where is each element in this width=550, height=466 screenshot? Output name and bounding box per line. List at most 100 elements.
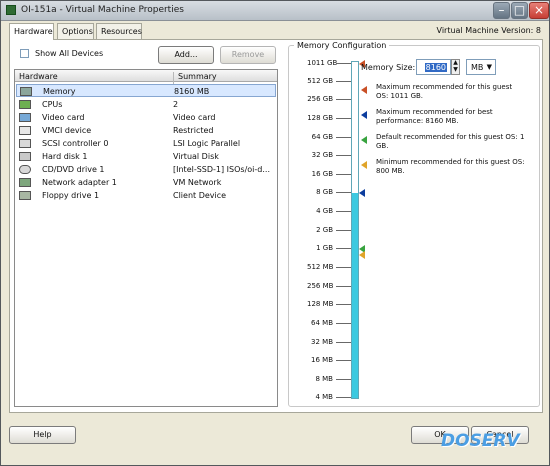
network-icon [19,178,31,187]
hardware-summary: VM Network [173,178,222,187]
hardware-column-header[interactable]: Hardware [19,72,58,81]
remove-device-button: Remove [220,46,276,64]
show-all-devices-label: Show All Devices [35,49,104,58]
hardware-summary: LSI Logic Parallel [173,139,241,148]
spinner-down-icon[interactable]: ▼ [452,67,459,74]
memory-unit-value: MB [471,63,484,72]
hardware-row-cd-dvd-drive[interactable]: CD/DVD drive 1 [Intel-SSD-1] ISOs/oi-d..… [16,163,276,176]
watermark-logo: DOSERV [441,431,520,451]
hardware-name: Memory [43,87,76,96]
memory-configuration-title: Memory Configuration [294,41,390,50]
memory-scale-label: 128 MB [307,300,334,308]
memory-scale-label: 8 GB [316,188,333,196]
memory-icon [20,87,32,96]
memory-scale-tick [336,397,351,398]
hardware-name: VMCI device [42,126,92,135]
best-performance-recommendation-text: Maximum recommended for best performance… [376,108,493,125]
memory-scale-label: 4 MB [315,393,333,401]
memory-scale-label: 128 GB [307,114,333,122]
memory-size-input[interactable]: 8160 [416,59,451,75]
hardware-name: Network adapter 1 [42,178,117,187]
hardware-name: SCSI controller 0 [42,139,109,148]
hardware-row-floppy-drive[interactable]: Floppy drive 1 Client Device [16,189,276,202]
hardware-name: Hard disk 1 [42,152,88,161]
memory-scale-tick [336,267,351,268]
memory-scale-label: 16 GB [311,170,333,178]
memory-scale-tick [336,99,351,100]
memory-scale-label: 1 GB [316,244,333,252]
memory-scale-tick [336,379,351,380]
memory-scale-tick [336,248,351,249]
cd-icon [19,165,31,174]
help-button[interactable]: Help [9,426,76,444]
memory-slider-fill[interactable] [352,193,358,398]
hardware-list-header: Hardware Summary [15,70,277,84]
summary-column-header[interactable]: Summary [173,72,217,84]
hardware-row-scsi-controller[interactable]: SCSI controller 0 LSI Logic Parallel [16,137,276,150]
hardware-tab-content: Show All Devices Add... Remove Hardware … [9,39,543,413]
memory-scale-tick [336,155,351,156]
memory-slider-track[interactable] [351,61,359,399]
hardware-name: Video card [42,113,85,122]
memory-scale-tick [336,323,351,324]
memory-scale-label: 4 GB [316,207,333,215]
memory-scale-tick [336,192,351,193]
memory-scale-label: 32 GB [311,151,333,159]
hardware-row-network-adapter[interactable]: Network adapter 1 VM Network [16,176,276,189]
hardware-summary: [Intel-SSD-1] ISOs/oi-d... [173,165,270,174]
add-device-button[interactable]: Add... [158,46,214,64]
max-guest-recommendation-text: Maximum recommended for this guest OS: 1… [376,83,513,100]
memory-scale-label: 512 GB [307,77,333,85]
maximize-button[interactable]: □ [511,2,528,19]
memory-scale-label: 2 GB [316,226,333,234]
default-guest-recommendation-text: Default recommended for this guest OS: 1… [376,133,525,150]
hardware-row-cpus[interactable]: CPUs 2 [16,98,276,111]
window-titlebar[interactable]: OI-151a - Virtual Machine Properties – □… [1,1,549,21]
chevron-down-icon: ▼ [486,63,492,71]
memory-configuration-group: Memory Configuration 1011 GB 512 GB 256 … [288,41,540,407]
cpu-icon [19,100,31,109]
memory-scale-tick [336,230,351,231]
hardware-summary: Restricted [173,126,214,135]
memory-unit-select[interactable]: MB ▼ [466,59,496,75]
vmci-icon [19,126,31,135]
memory-size-label: Memory Size: [361,63,416,72]
memory-scale-tick [336,342,351,343]
orange-marker-icon [361,86,367,94]
hardware-name: Floppy drive 1 [42,191,100,200]
gold-marker-icon [361,161,367,169]
hardware-summary: 8160 MB [174,87,210,96]
tab-hardware[interactable]: Hardware [9,23,54,40]
show-all-devices-checkbox[interactable] [20,49,29,58]
memory-scale-tick [336,63,351,64]
hardware-row-vmci-device[interactable]: VMCI device Restricted [16,124,276,137]
minimum-guest-recommendation-text: Minimum recommended for this guest OS: 8… [376,158,525,175]
disk-icon [19,152,31,161]
blue-marker-icon [361,111,367,119]
hardware-row-video-card[interactable]: Video card Video card [16,111,276,124]
hardware-summary: 2 [173,100,179,109]
blue-marker-icon [359,189,365,197]
tab-resources[interactable]: Resources [96,23,142,39]
hardware-list: Hardware Summary Memory 8160 MB CPUs 2 V… [14,69,278,407]
display-icon [19,113,31,122]
memory-size-spinner[interactable]: ▲ ▼ [451,59,460,75]
hardware-row-memory[interactable]: Memory 8160 MB [16,84,276,97]
hardware-summary: Virtual Disk [173,152,219,161]
hardware-row-hard-disk[interactable]: Hard disk 1 Virtual Disk [16,150,276,163]
hardware-summary: Video card [173,113,216,122]
memory-scale-tick [336,81,351,82]
memory-size-value[interactable]: 8160 [424,63,447,72]
virtual-machine-version: Virtual Machine Version: 8 [436,26,541,35]
virtual-machine-properties-window: OI-151a - Virtual Machine Properties – □… [0,0,550,466]
tab-options[interactable]: Options [57,23,94,39]
gold-marker-icon [359,251,365,259]
minimize-button[interactable]: – [493,2,510,19]
memory-scale-label: 64 MB [311,319,333,327]
memory-scale-tick [336,304,351,305]
memory-scale-tick [336,137,351,138]
close-button[interactable]: × [529,2,549,19]
memory-scale-label: 32 MB [311,338,333,346]
hardware-name: CD/DVD drive 1 [42,165,105,174]
virtual-machine-icon [6,5,16,15]
